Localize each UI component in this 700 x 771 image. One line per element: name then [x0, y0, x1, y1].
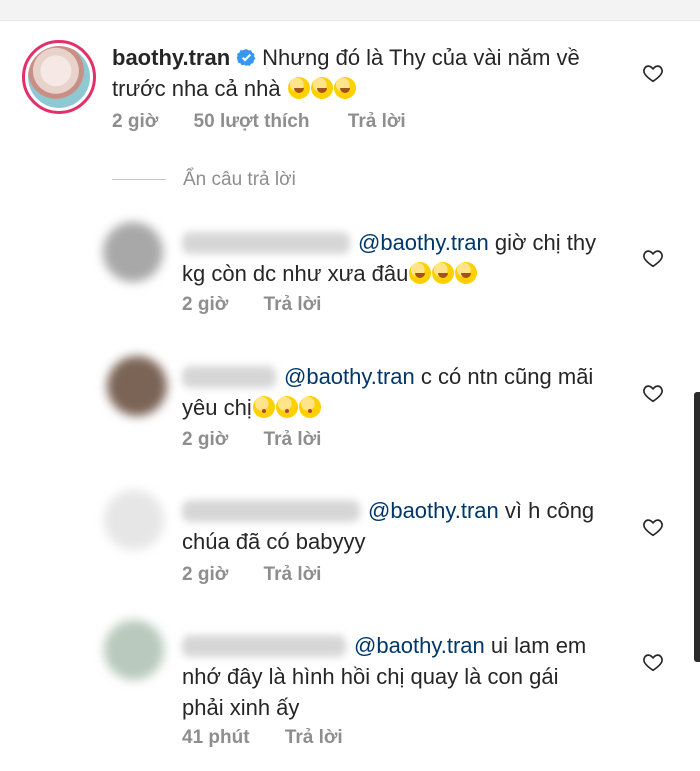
avatar[interactable]: [104, 620, 164, 680]
username[interactable]: [182, 635, 346, 657]
hide-replies-divider: [112, 179, 166, 180]
heart-icon[interactable]: [642, 651, 664, 673]
avatar[interactable]: [22, 40, 96, 114]
scrollbar[interactable]: [694, 392, 700, 662]
comment-line-1: ui lam em: [484, 633, 587, 658]
mention-link[interactable]: @baothy.tran: [368, 498, 499, 523]
avatar[interactable]: [107, 356, 167, 416]
reply-button[interactable]: Trả lời: [348, 111, 406, 133]
username[interactable]: [182, 500, 360, 522]
kiss-emoji-icon: [252, 396, 275, 418]
comment-text: @baothy.tran giờ chị thy kg còn dc như x…: [182, 227, 642, 289]
reply-button[interactable]: Trả lời: [264, 429, 322, 451]
avatar[interactable]: [104, 490, 164, 550]
heart-icon[interactable]: [642, 62, 664, 84]
hide-replies-button[interactable]: Ẩn câu trả lời: [183, 169, 296, 191]
grinning-emoji-icon: [455, 262, 478, 284]
comment-time: 2 giờ: [182, 294, 229, 315]
comment-line-2: chúa đã có babyyy: [182, 529, 366, 554]
heart-icon[interactable]: [642, 382, 664, 404]
username[interactable]: [182, 366, 276, 388]
mention-link[interactable]: @baothy.tran: [284, 364, 415, 389]
comment-meta: 2 giờ Trả lời: [182, 294, 321, 316]
reply-button[interactable]: Trả lời: [264, 564, 322, 586]
grinning-emoji-icon: [287, 77, 310, 99]
comment-text: @baothy.tran c có ntn cũng mãi yêu chị: [182, 361, 642, 423]
grinning-emoji-icon: [310, 77, 333, 99]
comment-line-1: Nhưng đó là Thy của vài năm về: [262, 45, 580, 70]
mention-link[interactable]: @baothy.tran: [354, 633, 485, 658]
comment-text: baothy.tran Nhưng đó là Thy của vài năm v…: [112, 42, 632, 104]
top-status-strip: [0, 0, 700, 21]
avatar[interactable]: [103, 222, 163, 282]
comment-text: @baothy.tran ui lam em nhớ đây là hình h…: [182, 630, 642, 723]
mention-link[interactable]: @baothy.tran: [358, 230, 489, 255]
comment-line-1: vì h công: [498, 498, 595, 523]
comment-time: 2 giờ: [182, 564, 229, 585]
comment-line-1: c có ntn cũng mãi: [414, 364, 594, 389]
comment-meta: 2 giờ Trả lời: [182, 429, 321, 451]
reply-button[interactable]: Trả lời: [264, 294, 322, 316]
username[interactable]: [182, 232, 350, 254]
grinning-emoji-icon: [432, 262, 455, 284]
comment-meta: 41 phút Trả lời: [182, 727, 343, 749]
comment-line-1: giờ chị thy: [488, 230, 597, 255]
comment-time: 2 giờ: [182, 429, 229, 450]
kiss-emoji-icon: [275, 396, 298, 418]
reply-button[interactable]: Trả lời: [285, 727, 343, 749]
comment-meta: 2 giờ Trả lời: [182, 564, 321, 586]
comment-text: @baothy.tran vì h công chúa đã có babyyy: [182, 495, 642, 557]
comment-time: 2 giờ: [112, 111, 159, 132]
heart-icon[interactable]: [642, 247, 664, 269]
likes-count[interactable]: 50 lượt thích: [194, 111, 310, 133]
verified-badge-icon: [237, 48, 256, 67]
comment-time: 41 phút: [182, 727, 250, 748]
grinning-emoji-icon: [333, 77, 356, 99]
comment-line-2: nhớ đây là hình hồi chị quay là con gái: [182, 664, 559, 689]
username[interactable]: baothy.tran: [112, 45, 230, 70]
comment-line-2: trước nha cả nhà: [112, 76, 281, 101]
comment-line-2: kg còn dc như xưa đâu: [182, 261, 409, 286]
avatar-image: [28, 46, 90, 108]
comment-line-2: yêu chị: [182, 395, 252, 420]
heart-icon[interactable]: [642, 516, 664, 538]
comment-line-3: phải xinh ấy: [182, 695, 300, 720]
kiss-emoji-icon: [298, 396, 321, 418]
grinning-emoji-icon: [409, 262, 432, 284]
comment-meta: 2 giờ 50 lượt thích Trả lời: [112, 111, 406, 133]
